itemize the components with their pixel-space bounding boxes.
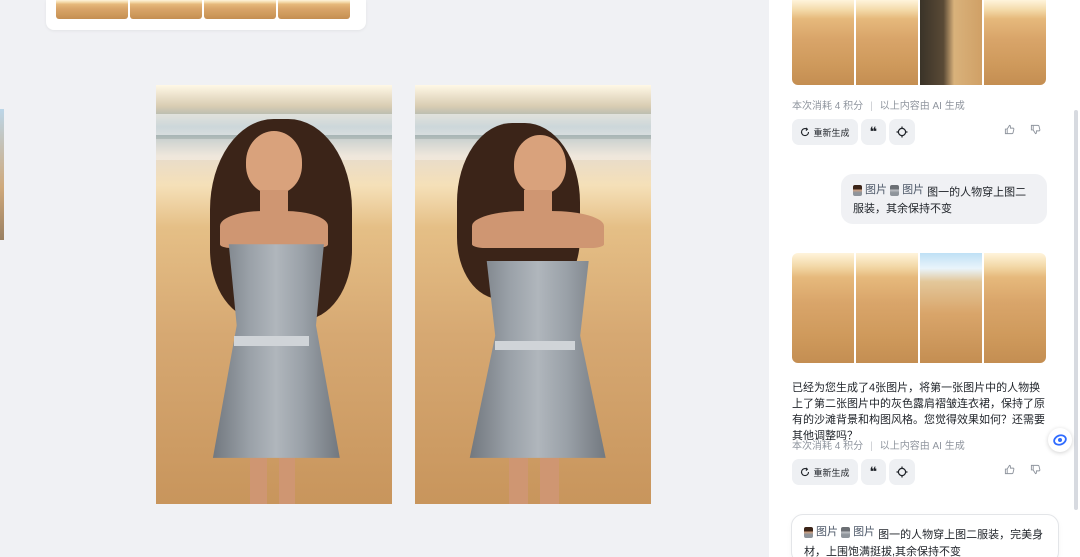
thumbs-down-icon[interactable] (1030, 124, 1041, 135)
prompt-composer[interactable]: 图片 图片 图一的人物穿上图二服装，完美身材，上围饱满挺拔,其余保持不变 (791, 514, 1059, 557)
message-actions: 重新生成 ❝ (792, 119, 1048, 145)
regenerate-button[interactable]: 重新生成 (792, 119, 858, 145)
image-reference-chip[interactable]: 图片 (804, 524, 838, 541)
generated-images-grid (792, 253, 1046, 363)
image-reference-label: 图片 (865, 184, 887, 196)
thumbs-up-icon[interactable] (1004, 124, 1015, 135)
regenerate-icon (801, 127, 810, 137)
generated-image-1[interactable] (792, 0, 854, 85)
generated-image-3[interactable] (920, 0, 982, 85)
previous-result-thumb[interactable] (130, 0, 202, 19)
locate-button[interactable] (889, 119, 915, 145)
cost-text: 本次消耗 4 积分 (792, 441, 864, 452)
meta-divider: | (870, 441, 873, 452)
crosshair-icon (896, 466, 908, 478)
generated-image-1[interactable] (792, 253, 854, 363)
chat-scrollbar[interactable] (1074, 110, 1078, 510)
quote-icon: ❝ (869, 124, 878, 139)
generated-image-4[interactable] (984, 0, 1046, 85)
regenerate-icon (801, 467, 810, 477)
image-reference-label: 图片 (816, 526, 838, 538)
offscreen-image-edge[interactable] (0, 109, 4, 240)
previous-result-thumb[interactable] (278, 0, 350, 19)
previous-result-strip (56, 0, 350, 19)
message-actions: 重新生成 ❝ (792, 459, 1048, 485)
regenerate-label: 重新生成 (813, 127, 850, 138)
previous-result-thumb[interactable] (204, 0, 276, 19)
user-message-bubble: 图片 图片 图一的人物穿上图二服装，其余保持不变 (841, 174, 1047, 224)
generated-image-4[interactable] (984, 253, 1046, 363)
ai-disclaimer: 以上内容由 AI 生成 (879, 441, 965, 452)
generated-image-2[interactable] (856, 253, 918, 363)
image-reference-label: 图片 (853, 526, 876, 538)
main-image-original[interactable] (156, 85, 392, 504)
previous-result-thumb[interactable] (56, 0, 128, 19)
message-meta: 本次消耗 4 积分 | 以上内容由 AI 生成 (792, 437, 965, 452)
quote-button[interactable]: ❝ (861, 459, 886, 485)
quote-icon: ❝ (869, 464, 878, 479)
cost-text: 本次消耗 4 积分 (792, 101, 864, 112)
thumbs-up-icon[interactable] (1004, 464, 1015, 475)
image-reference-chip[interactable]: 图片 (890, 182, 924, 198)
assistant-float-icon (1053, 434, 1067, 446)
meta-divider: | (870, 101, 873, 112)
image-reference-chip[interactable]: 图片 (841, 524, 875, 541)
reference-thumbnail (890, 184, 900, 196)
regenerate-label: 重新生成 (813, 467, 850, 478)
ai-disclaimer: 以上内容由 AI 生成 (879, 101, 965, 112)
crosshair-icon (896, 126, 908, 138)
quote-button[interactable]: ❝ (861, 119, 886, 145)
generated-image-2[interactable] (856, 0, 918, 85)
image-reference-label: 图片 (902, 184, 925, 196)
main-image-result[interactable] (415, 85, 651, 504)
reference-thumbnail (853, 184, 862, 196)
locate-button[interactable] (889, 459, 915, 485)
generated-images-grid (792, 0, 1046, 85)
message-meta: 本次消耗 4 积分 | 以上内容由 AI 生成 (792, 97, 965, 112)
image-reference-chip[interactable]: 图片 (853, 182, 887, 198)
thumbs-down-icon[interactable] (1030, 464, 1041, 475)
regenerate-button[interactable]: 重新生成 (792, 459, 858, 485)
generated-image-3[interactable] (920, 253, 982, 363)
reference-thumbnail (804, 527, 813, 538)
previous-result-card[interactable] (46, 0, 366, 30)
reference-thumbnail (841, 527, 851, 538)
assistant-float-button[interactable] (1048, 428, 1072, 452)
composer-text: 图一的人物穿上图二服装，完美身材，上围饱满挺拔,其余保持不变 (804, 529, 1044, 557)
assistant-reply-text: 已经为您生成了4张图片，将第一张图片中的人物换上了第二张图片中的灰色露肩褶皱连衣… (792, 382, 1045, 442)
